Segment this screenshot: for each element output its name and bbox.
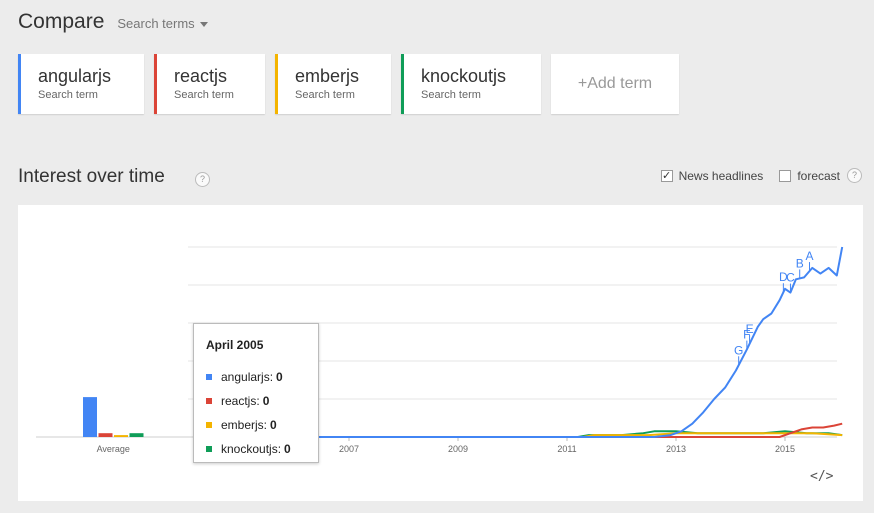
tooltip-row: angularjs: 0 [206,365,318,389]
annotation-label: A [806,249,814,263]
average-label: Average [97,444,130,454]
term-name: reactjs [174,66,228,86]
section-title: Interest over time [18,166,165,187]
term-cards: angularjs Search term reactjs Search ter… [18,54,689,114]
forecast-label: forecast [797,168,840,183]
tooltip-row: emberjs: 0 [206,413,318,437]
embed-code-icon[interactable]: </> [810,469,833,484]
annotation-label: B [796,256,804,270]
news-headlines-checkbox[interactable]: ✓ [660,169,673,182]
tooltip-label: reactjs: [221,394,260,408]
page-title: Compare [18,10,105,33]
chart-panel: 2007 2009 2011 2013 2015 Average G F E D C B A [18,205,863,501]
tooltip-row: reactjs: 0 [206,389,318,413]
term-name: emberjs [295,66,360,86]
tooltip-title: April 2005 [206,338,264,352]
term-card-reactjs[interactable]: reactjs Search term [154,54,265,114]
compare-header: Compare Search terms [18,10,208,34]
term-type: Search term [421,89,481,101]
term-card-knockoutjs[interactable]: knockoutjs Search term [401,54,541,114]
forecast-option[interactable]: forecast ? [779,168,862,183]
help-icon[interactable]: ? [195,172,210,187]
add-term-button[interactable]: +Add term [551,54,679,114]
chart-options: ✓ News headlines forecast ? [645,168,862,183]
legend-swatch [206,422,212,428]
tooltip-value: 0 [276,370,283,384]
term-name: angularjs [38,66,112,86]
interest-chart[interactable]: 2007 2009 2011 2013 2015AverageGFEDCBA [18,205,863,501]
forecast-checkbox[interactable] [779,169,792,182]
x-tick-label: 2015 [775,444,795,454]
search-terms-label: Search terms [117,16,195,31]
tooltip-label: emberjs: [221,418,268,432]
chart-tooltip: April 2005 angularjs: 0 reactjs: 0 emberjs… [193,323,319,463]
search-terms-dropdown[interactable]: Search terms [117,16,208,31]
term-name: knockoutjs [421,66,507,86]
term-card-emberjs[interactable]: emberjs Search term [275,54,391,114]
average-bar-emberjs [114,435,128,437]
check-icon: ✓ [661,169,672,182]
tooltip-value: 0 [284,442,291,456]
x-tick-label: 2009 [448,444,468,454]
tooltip-value: 0 [262,394,270,408]
average-bar-knockoutjs [129,433,144,437]
legend-swatch [206,374,212,380]
term-type: Search term [174,89,234,101]
average-bar-angularjs [83,397,97,437]
news-headlines-label: News headlines [678,168,764,183]
x-tick-label: 2007 [339,444,359,454]
tooltip-value: 0 [270,418,277,432]
term-card-angularjs[interactable]: angularjs Search term [18,54,144,114]
legend-swatch [206,446,212,452]
annotation-label: E [746,322,754,336]
term-type: Search term [295,89,355,101]
series-line-reactjs [256,422,843,438]
term-type: Search term [38,89,98,101]
annotation-label: C [786,271,795,285]
tooltip-row: knockoutjs: 0 [206,437,318,461]
caret-down-icon [199,22,208,27]
x-tick-label: 2011 [557,444,576,454]
news-headlines-option[interactable]: ✓ News headlines [660,168,764,183]
x-tick-label: 2013 [666,444,686,454]
annotation-label: G [734,343,743,357]
legend-swatch [206,398,212,404]
tooltip-label: knockoutjs: [221,442,282,456]
forecast-help-icon[interactable]: ? [847,168,862,183]
series-line-angularjs [256,246,844,438]
tooltip-label: angularjs: [221,370,274,384]
average-bar-reactjs [98,433,113,437]
